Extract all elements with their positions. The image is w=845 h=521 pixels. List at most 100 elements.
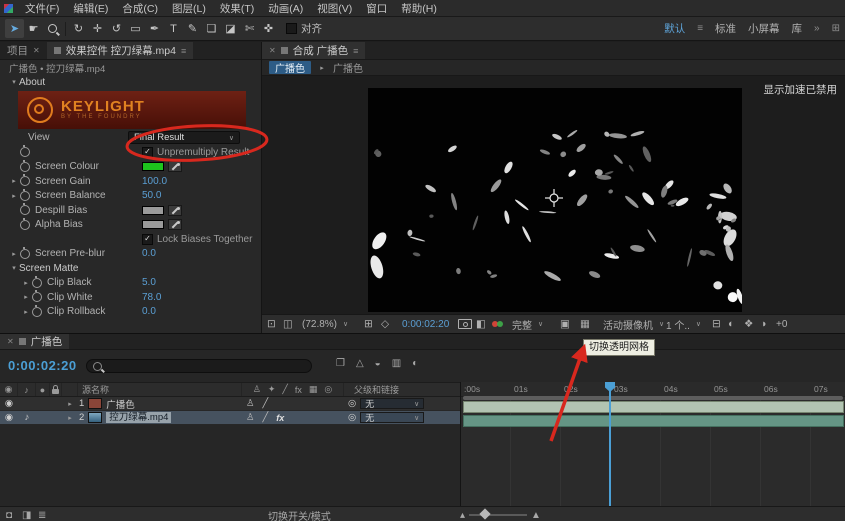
toggle-switches-modes-button[interactable]: 切换开关/模式	[268, 507, 331, 521]
roto-brush-tool[interactable]: ✄	[240, 19, 259, 38]
workspace-search-icon[interactable]: ⊞	[832, 23, 840, 34]
shy-switch[interactable]: ♙	[246, 412, 255, 423]
close-icon[interactable]: ✕	[33, 46, 40, 55]
type-tool[interactable]: T	[164, 19, 183, 38]
draft-3d-icon[interactable]: △	[356, 358, 364, 369]
layer-bar-2[interactable]	[463, 415, 844, 427]
tab-timeline[interactable]: ✕ 广播色	[0, 334, 69, 349]
expander-icon[interactable]: ▸	[21, 279, 31, 287]
clip-black-value[interactable]: 5.0	[142, 277, 156, 288]
close-icon[interactable]: ✕	[269, 46, 276, 55]
screen-gain-value[interactable]: 100.0	[142, 176, 167, 187]
stopwatch-icon[interactable]	[20, 220, 30, 230]
video-eye-icon[interactable]: ◉	[0, 411, 18, 424]
timeline-track-area[interactable]: :00s 01s 02s 03s 04s 05s 06s 07s	[460, 382, 845, 506]
exposure-icon[interactable]: ◑	[760, 315, 766, 333]
search-input[interactable]	[106, 360, 260, 372]
source-name-column[interactable]: 源名称	[78, 383, 242, 396]
expand-switches-icon[interactable]: ◘	[6, 507, 12, 521]
layer-name[interactable]: 广播色	[106, 397, 135, 411]
comp-nav-current[interactable]: 广播色	[269, 61, 311, 74]
workspace-default[interactable]: 默认	[664, 21, 685, 36]
mask-visibility-icon[interactable]: ◇	[381, 315, 389, 333]
clip-rollback-value[interactable]: 0.0	[142, 306, 156, 317]
expander-icon[interactable]: ▸	[21, 293, 31, 301]
expander-icon[interactable]: ▸	[9, 192, 19, 200]
shy-layers-icon[interactable]: ◒	[375, 358, 381, 369]
stopwatch-icon[interactable]	[32, 307, 42, 317]
view-dropdown[interactable]: Final Result ∨	[128, 131, 240, 144]
collapse-icon[interactable]: ▾	[9, 78, 19, 86]
screen-colour-swatch[interactable]	[142, 162, 164, 171]
solo-toggle[interactable]	[36, 411, 50, 424]
snap-checkbox[interactable]: ✓	[286, 23, 297, 34]
transfer-controls-icon[interactable]: ◨	[22, 507, 31, 521]
clip-white-value[interactable]: 78.0	[142, 292, 161, 303]
grid-guides-icon[interactable]: ⊞	[364, 315, 373, 333]
magnification-select[interactable]: (72.8%) ∨	[302, 315, 348, 333]
orbit-camera-tool[interactable]: ↻	[69, 19, 88, 38]
view-layout-icon[interactable]: ◫	[283, 315, 293, 333]
graph-icon[interactable]: ❖	[744, 315, 753, 333]
menu-edit[interactable]: 编辑(E)	[66, 1, 115, 16]
zoom-in-icon[interactable]: ▲	[531, 510, 541, 521]
collapse-icon[interactable]: ▾	[9, 264, 19, 272]
puppet-pin-tool[interactable]: ✜	[259, 19, 278, 38]
monitor-icon[interactable]: ⊡	[267, 315, 276, 333]
menu-layer[interactable]: 图层(L)	[165, 1, 213, 16]
despill-bias-swatch[interactable]	[142, 206, 164, 215]
pan-behind-tool[interactable]: ✛	[88, 19, 107, 38]
audio-icon[interactable]: ♪	[18, 411, 36, 424]
panel-menu-icon[interactable]: ≡	[181, 46, 186, 56]
menu-help[interactable]: 帮助(H)	[394, 1, 444, 16]
stopwatch-icon[interactable]	[32, 292, 42, 302]
layer-color-chip[interactable]	[88, 398, 102, 409]
snap-control[interactable]: ✓ 对齐	[286, 21, 322, 36]
snapshot-camera-icon[interactable]	[458, 315, 472, 333]
eyedropper-icon[interactable]	[168, 205, 182, 216]
mini-flowchart-icon[interactable]: ❐	[336, 358, 345, 369]
layer-expander-icon[interactable]: ▸	[65, 414, 75, 422]
stopwatch-icon[interactable]	[20, 147, 30, 157]
transparency-grid-button[interactable]: ▦	[580, 315, 590, 333]
quality-switch[interactable]: ╱	[263, 412, 269, 423]
motion-blur-icon[interactable]: ◐	[412, 358, 418, 369]
layer-thumbnail[interactable]	[88, 412, 102, 423]
audio-toggle[interactable]	[18, 397, 36, 410]
stopwatch-icon[interactable]	[20, 162, 30, 172]
tab-project[interactable]: 项目 ✕	[0, 42, 47, 59]
menu-effect[interactable]: 效果(T)	[213, 1, 261, 16]
unpremultiply-checkbox[interactable]: ✓	[142, 147, 153, 158]
stopwatch-icon[interactable]	[20, 191, 30, 201]
resolution-select[interactable]: 完整 ∨	[512, 315, 543, 333]
menu-composition[interactable]: 合成(C)	[115, 1, 165, 16]
menu-view[interactable]: 视图(V)	[310, 1, 359, 16]
stopwatch-icon[interactable]	[32, 278, 42, 288]
show-snapshot-icon[interactable]: ◧	[476, 315, 486, 333]
parent-dropdown[interactable]: 无 ∨	[360, 412, 424, 423]
preview-time[interactable]: 0:00:02:20	[402, 315, 449, 333]
alpha-bias-swatch[interactable]	[142, 220, 164, 229]
workspace-menu-icon[interactable]: ≡	[697, 23, 703, 34]
view-count-select[interactable]: 1 个.. ∨	[666, 315, 701, 333]
shy-switch[interactable]: ♙	[246, 398, 255, 409]
menu-file[interactable]: 文件(F)	[18, 1, 66, 16]
layer-bar-1[interactable]	[463, 401, 844, 413]
timeline-zoom-control[interactable]: ▴ ▲	[460, 507, 541, 521]
expander-icon[interactable]: ▸	[9, 250, 19, 258]
time-ruler[interactable]: :00s 01s 02s 03s 04s 05s 06s 07s	[461, 382, 845, 397]
zoom-slider-handle[interactable]	[479, 508, 490, 519]
eyedropper-icon[interactable]	[168, 219, 182, 230]
expander-icon[interactable]: ▸	[9, 177, 19, 185]
workspace-small-screen[interactable]: 小屏幕	[748, 21, 780, 36]
layer-name[interactable]: 控刀绿幕.mp4	[106, 412, 171, 423]
eraser-tool[interactable]: ◪	[221, 19, 240, 38]
parent-dropdown[interactable]: 无 ∨	[360, 398, 424, 409]
region-of-interest-icon[interactable]: ▣	[560, 315, 570, 333]
pickwhip-icon[interactable]: ◎	[348, 412, 356, 423]
quality-switch[interactable]: ╱	[263, 398, 269, 409]
exposure-value[interactable]: +0	[776, 315, 787, 333]
brush-tool[interactable]: ✎	[183, 19, 202, 38]
comp-nav-flowchart[interactable]: 广播色	[333, 60, 363, 75]
stopwatch-icon[interactable]	[20, 176, 30, 186]
